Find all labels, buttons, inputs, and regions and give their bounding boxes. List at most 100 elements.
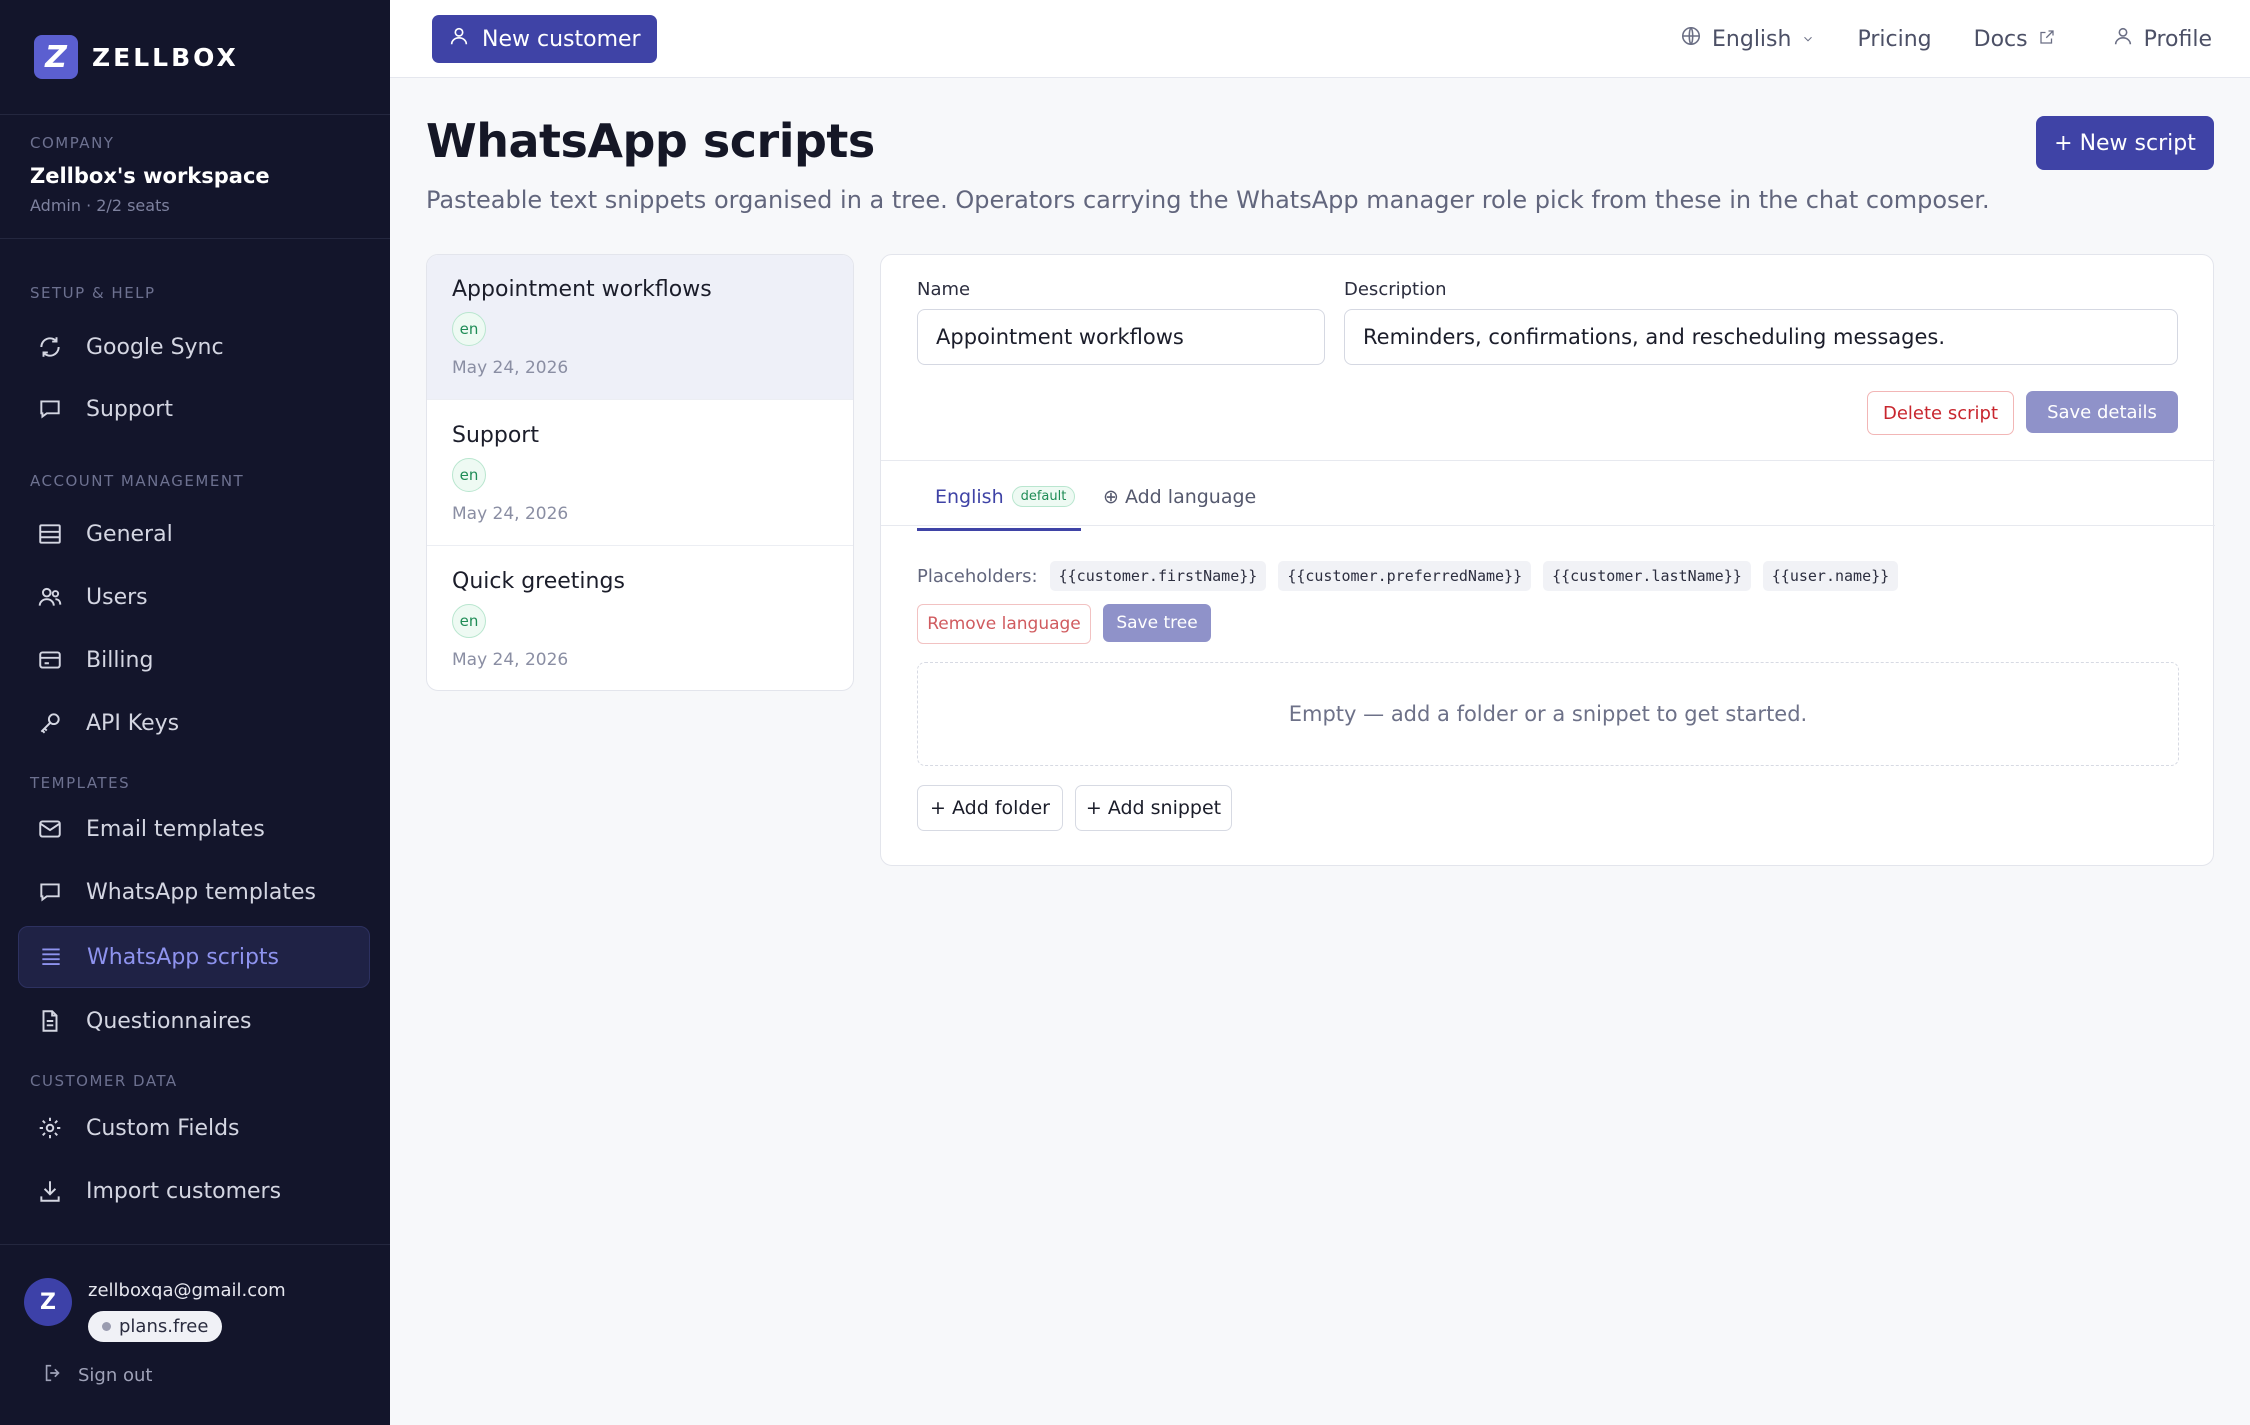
nav-section-customer-data: Customer data	[30, 1072, 178, 1090]
user-icon	[448, 25, 470, 53]
script-title: Quick greetings	[452, 569, 625, 594]
placeholder-chip[interactable]: {{customer.lastName}}	[1543, 561, 1751, 591]
company-meta: Admin · 2/2 seats	[30, 196, 170, 215]
chat-icon	[36, 395, 64, 423]
divider	[881, 525, 2215, 526]
company-switcher[interactable]: Company Zellbox's workspace Admin · 2/2 …	[30, 134, 270, 215]
sidebar-item-label: WhatsApp scripts	[87, 944, 280, 970]
language-selector[interactable]: English	[1680, 25, 1815, 53]
script-list-item[interactable]: Appointment workflows en May 24, 2026	[427, 255, 853, 400]
sidebar-item-label: Support	[86, 396, 173, 422]
sidebar-item-label: Billing	[86, 647, 154, 673]
empty-tree-placeholder: Empty — add a folder or a snippet to get…	[917, 662, 2179, 766]
sidebar-item-api-keys[interactable]: API Keys	[18, 692, 370, 754]
status-dot-icon	[102, 1322, 111, 1331]
key-icon	[36, 709, 64, 737]
language-label: English	[1712, 26, 1792, 52]
divider	[0, 114, 390, 115]
add-snippet-button[interactable]: + Add snippet	[1075, 785, 1232, 831]
sidebar-item-general[interactable]: General	[18, 503, 370, 565]
script-date: May 24, 2026	[452, 358, 569, 378]
avatar: Z	[24, 1278, 72, 1326]
script-date: May 24, 2026	[452, 504, 569, 524]
company-label: Company	[30, 134, 115, 152]
top-bar: New customer English Pricing Docs Profil…	[390, 0, 2250, 78]
name-input[interactable]: Appointment workflows	[917, 309, 1325, 365]
nav-section-setup: Setup & help	[30, 284, 156, 302]
globe-icon	[1680, 25, 1702, 53]
mail-icon	[36, 815, 64, 843]
sidebar-item-google-sync[interactable]: Google Sync	[18, 316, 370, 378]
placeholder-chip[interactable]: {{user.name}}	[1762, 561, 1899, 591]
placeholders-label: Placeholders:	[917, 565, 1038, 587]
script-list-item[interactable]: Quick greetings en May 24, 2026	[427, 547, 853, 690]
delete-script-button[interactable]: Delete script	[1867, 391, 2014, 435]
remove-language-button[interactable]: Remove language	[917, 604, 1091, 644]
sidebar-item-label: WhatsApp templates	[86, 879, 317, 905]
tab-english[interactable]: English default	[917, 465, 1081, 531]
sidebar-item-label: Import customers	[86, 1178, 282, 1204]
account-block[interactable]: Z zellboxqa@gmail.com plans.free	[24, 1278, 286, 1342]
page-subtitle: Pasteable text snippets organised in a t…	[426, 186, 1990, 214]
sidebar-item-label: Email templates	[86, 816, 265, 842]
sidebar-item-email-templates[interactable]: Email templates	[18, 798, 370, 860]
sidebar: Z ZELLBOX Company Zellbox's workspace Ad…	[0, 0, 390, 1425]
script-date: May 24, 2026	[452, 650, 569, 670]
list-icon	[36, 520, 64, 548]
script-list-item[interactable]: Support en May 24, 2026	[427, 401, 853, 546]
card-icon	[36, 646, 64, 674]
language-badge: en	[452, 312, 486, 346]
sidebar-item-users[interactable]: Users	[18, 566, 370, 628]
plan-badge: plans.free	[88, 1311, 223, 1342]
save-tree-button[interactable]: Save tree	[1103, 604, 1211, 642]
download-icon	[36, 1177, 64, 1205]
default-badge: default	[1011, 486, 1076, 507]
new-customer-label: New customer	[482, 26, 641, 52]
save-details-button[interactable]: Save details	[2026, 391, 2178, 433]
sidebar-item-custom-fields[interactable]: Custom Fields	[18, 1097, 370, 1159]
placeholder-chip[interactable]: {{customer.preferredName}}	[1278, 561, 1532, 591]
profile-link[interactable]: Profile	[2112, 25, 2212, 53]
placeholder-chip[interactable]: {{customer.firstName}}	[1049, 561, 1267, 591]
company-name: Zellbox's workspace	[30, 164, 270, 188]
script-title: Appointment workflows	[452, 277, 712, 302]
profile-label: Profile	[2143, 26, 2212, 52]
add-language-tab[interactable]: ⊕ Add language	[1103, 465, 1256, 529]
users-icon	[36, 583, 64, 611]
script-editor: Name Appointment workflows Description R…	[880, 254, 2215, 866]
sidebar-item-questionnaires[interactable]: Questionnaires	[18, 990, 370, 1052]
new-customer-button[interactable]: New customer	[432, 15, 657, 63]
divider	[881, 460, 2215, 461]
script-title: Support	[452, 423, 539, 448]
add-folder-button[interactable]: + Add folder	[917, 785, 1063, 831]
script-list: Appointment workflows en May 24, 2026 Su…	[426, 254, 854, 691]
sync-icon	[36, 333, 64, 361]
docs-link[interactable]: Docs	[1974, 27, 2056, 52]
gear-icon	[36, 1114, 64, 1142]
name-label: Name	[917, 279, 971, 300]
sidebar-item-whatsapp-scripts[interactable]: WhatsApp scripts	[18, 926, 370, 988]
nav-section-templates: Templates	[30, 774, 131, 792]
brand[interactable]: Z ZELLBOX	[34, 34, 239, 80]
top-nav: English Pricing Docs Profile	[1680, 0, 2212, 78]
description-input[interactable]: Reminders, confirmations, and rescheduli…	[1344, 309, 2178, 365]
sidebar-item-billing[interactable]: Billing	[18, 629, 370, 691]
divider	[0, 1244, 390, 1245]
new-script-button[interactable]: + New script	[2036, 116, 2214, 170]
sidebar-item-whatsapp-templates[interactable]: WhatsApp templates	[18, 861, 370, 923]
docs-label: Docs	[1973, 26, 2028, 52]
sign-out-button[interactable]: Sign out	[42, 1362, 152, 1389]
doc-icon	[36, 1007, 64, 1035]
sidebar-item-label: Custom Fields	[86, 1115, 240, 1141]
divider	[0, 238, 390, 239]
sidebar-item-support[interactable]: Support	[18, 378, 370, 440]
pricing-link[interactable]: Pricing	[1857, 27, 1931, 52]
sidebar-item-label: API Keys	[86, 710, 180, 736]
placeholders-row: Placeholders: {{customer.firstName}} {{c…	[917, 561, 1899, 591]
external-link-icon	[2038, 27, 2056, 52]
description-label: Description	[1344, 279, 1447, 300]
language-badge: en	[452, 604, 486, 638]
sidebar-item-import-customers[interactable]: Import customers	[18, 1160, 370, 1222]
lines-icon	[37, 943, 65, 971]
sidebar-item-label: General	[86, 521, 173, 547]
